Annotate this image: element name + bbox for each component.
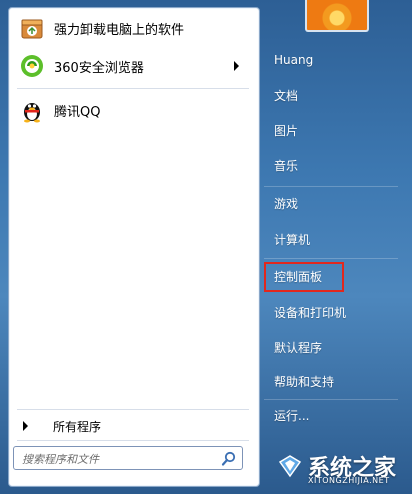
menu-label: 计算机 bbox=[274, 232, 311, 247]
watermark: 系统之家 XITONGZHIJIA.NET bbox=[278, 438, 412, 494]
right-item-devices-printers[interactable]: 设备和打印机 bbox=[266, 298, 396, 326]
right-item-computer[interactable]: 计算机 bbox=[266, 225, 396, 253]
menu-label: 帮助和支持 bbox=[274, 374, 335, 389]
program-label: 360安全浏览器 bbox=[54, 60, 144, 76]
menu-label: 文档 bbox=[274, 88, 299, 103]
divider bbox=[17, 440, 249, 441]
menu-label: 默认程序 bbox=[274, 340, 323, 355]
programs-pane: 强力卸载电脑上的软件 360安全浏览器 腾讯QQ 所有程序 bbox=[8, 7, 260, 487]
right-item-music[interactable]: 音乐 bbox=[266, 151, 396, 179]
watermark-url: XITONGZHIJIA.NET bbox=[308, 476, 390, 485]
right-item-run[interactable]: 运行... bbox=[266, 401, 396, 429]
right-item-user[interactable]: Huang bbox=[266, 46, 396, 74]
all-programs-label: 所有程序 bbox=[53, 419, 102, 434]
user-avatar[interactable] bbox=[305, 0, 369, 32]
divider bbox=[17, 409, 249, 410]
submenu-arrow-icon[interactable] bbox=[234, 61, 239, 71]
menu-label: 设备和打印机 bbox=[274, 305, 347, 320]
right-item-default-programs[interactable]: 默认程序 bbox=[266, 333, 396, 361]
menu-label: 图片 bbox=[274, 123, 299, 138]
divider bbox=[264, 258, 398, 259]
right-item-games[interactable]: 游戏 bbox=[266, 189, 396, 217]
divider bbox=[264, 186, 398, 187]
right-item-documents[interactable]: 文档 bbox=[266, 81, 396, 109]
uninstaller-box-icon bbox=[18, 14, 46, 42]
right-item-pictures[interactable]: 图片 bbox=[266, 116, 396, 144]
divider bbox=[264, 399, 398, 400]
program-label: 强力卸载电脑上的软件 bbox=[54, 22, 185, 38]
menu-label: 游戏 bbox=[274, 196, 299, 211]
program-360-browser[interactable]: 360安全浏览器 bbox=[13, 50, 251, 82]
right-item-help-support[interactable]: 帮助和支持 bbox=[266, 367, 396, 395]
search-input[interactable] bbox=[20, 450, 212, 468]
program-uninstaller[interactable]: 强力卸载电脑上的软件 bbox=[13, 12, 251, 44]
start-menu: 强力卸载电脑上的软件 360安全浏览器 腾讯QQ 所有程序 搜索程序和文件 Hu… bbox=[0, 0, 412, 494]
program-label: 腾讯QQ bbox=[54, 104, 101, 120]
search-icon[interactable] bbox=[221, 451, 237, 467]
search-box[interactable] bbox=[13, 446, 243, 470]
qq-penguin-icon bbox=[18, 96, 46, 124]
menu-label: 运行... bbox=[274, 408, 310, 423]
menu-label: Huang bbox=[274, 53, 314, 67]
highlight-box bbox=[264, 262, 344, 292]
360-browser-icon bbox=[18, 52, 46, 80]
logo-icon bbox=[278, 454, 302, 478]
all-programs-button[interactable]: 所有程序 bbox=[15, 415, 253, 437]
menu-label: 音乐 bbox=[274, 158, 299, 173]
program-qq[interactable]: 腾讯QQ bbox=[13, 94, 251, 126]
divider bbox=[17, 88, 249, 89]
arrow-right-icon bbox=[23, 421, 28, 431]
